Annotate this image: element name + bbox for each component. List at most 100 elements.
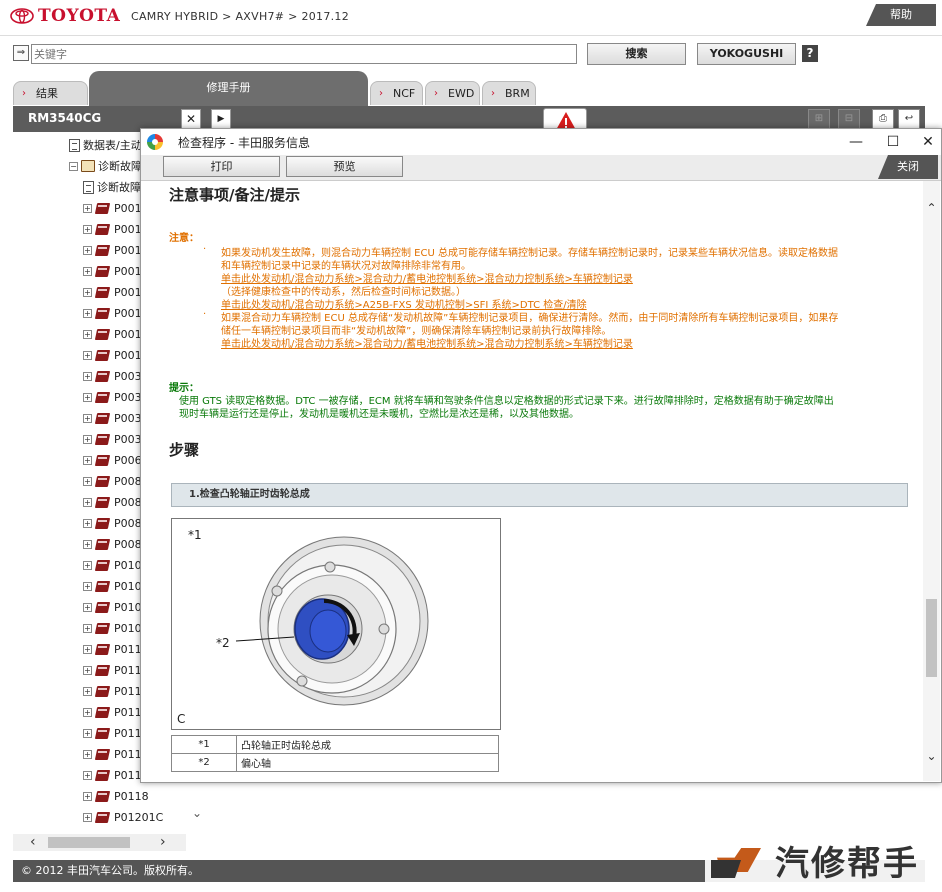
close-document-button[interactable]: ✕ bbox=[181, 109, 201, 129]
tree-item[interactable]: + P0037 bbox=[83, 408, 149, 428]
tree-item[interactable]: + P0117 bbox=[83, 765, 149, 785]
tab-repair-manual[interactable]: 修理手册 bbox=[89, 71, 368, 106]
expand-plus-icon[interactable]: + bbox=[83, 623, 92, 633]
preview-button[interactable]: 预览 bbox=[286, 156, 403, 177]
dialog-content: 注意事项/备注/提示 注意： · 如果发动机发生故障，则混合动力车辆控制 ECU … bbox=[141, 181, 923, 781]
tree-item[interactable]: + P0031 bbox=[83, 366, 149, 386]
tree-item[interactable]: + P01201C bbox=[83, 807, 163, 827]
dialog-vertical-scrollbar[interactable] bbox=[923, 181, 940, 781]
tree-item[interactable]: + P0102 bbox=[83, 597, 149, 617]
keyword-toggle-icon[interactable]: ⇒ bbox=[13, 45, 29, 61]
expand-plus-icon[interactable]: + bbox=[83, 203, 92, 213]
tree-item[interactable]: + P0016 bbox=[83, 282, 149, 302]
collapse-icon[interactable]: ⊟ bbox=[838, 109, 860, 129]
expand-plus-icon[interactable]: + bbox=[83, 665, 92, 675]
expand-plus-icon[interactable]: + bbox=[83, 707, 92, 717]
expand-icon[interactable]: ⊞ bbox=[808, 109, 830, 129]
expand-plus-icon[interactable]: + bbox=[83, 329, 92, 339]
tree-item[interactable]: + P0068 bbox=[83, 450, 149, 470]
scroll-thumb[interactable] bbox=[926, 599, 937, 677]
expand-plus-icon[interactable]: + bbox=[83, 476, 92, 486]
expand-plus-icon[interactable]: + bbox=[83, 602, 92, 612]
tab-brm[interactable]: › BRM bbox=[482, 81, 536, 105]
expand-plus-icon[interactable]: + bbox=[83, 371, 92, 381]
expand-plus-icon[interactable]: + bbox=[83, 770, 92, 780]
tree-item[interactable]: + P0089 bbox=[83, 513, 149, 533]
tree-item[interactable]: + P0103 bbox=[83, 618, 149, 638]
expand-plus-icon[interactable]: + bbox=[83, 560, 92, 570]
expand-plus-icon[interactable]: + bbox=[83, 308, 92, 318]
tree-item[interactable]: + P0110 bbox=[83, 639, 149, 659]
dialog-close-button[interactable]: 关闭 bbox=[878, 155, 938, 179]
scroll-down-icon[interactable]: ⌄ bbox=[923, 749, 940, 763]
expand-plus-icon[interactable]: + bbox=[83, 245, 92, 255]
expand-plus-icon[interactable]: + bbox=[83, 455, 92, 465]
tree-item[interactable]: + P0038 bbox=[83, 429, 149, 449]
expand-plus-icon[interactable]: + bbox=[83, 728, 92, 738]
tree-item[interactable]: + P0112 bbox=[83, 681, 149, 701]
expand-plus-icon[interactable]: + bbox=[83, 644, 92, 654]
tree-item[interactable]: + P0087 bbox=[83, 471, 149, 491]
tree-item[interactable]: + P0014 bbox=[83, 240, 149, 260]
tree-item[interactable]: + P0118 bbox=[83, 786, 149, 806]
tree-item[interactable]: + P0012 bbox=[83, 219, 149, 239]
expand-plus-icon[interactable]: + bbox=[83, 350, 92, 360]
tree-item[interactable]: + P0101 bbox=[83, 576, 149, 596]
expand-plus-icon[interactable]: + bbox=[83, 224, 92, 234]
expand-plus-icon[interactable]: + bbox=[83, 686, 92, 696]
return-icon[interactable]: ↩ bbox=[898, 109, 920, 129]
scroll-thumb[interactable] bbox=[48, 837, 130, 848]
minimize-icon[interactable]: — bbox=[841, 131, 871, 153]
tree-item[interactable]: + P0113 bbox=[83, 702, 149, 722]
help-button[interactable]: 帮助 bbox=[866, 4, 936, 26]
expand-plus-icon[interactable]: + bbox=[83, 791, 92, 801]
legend-row: *2 偏心轴 bbox=[171, 753, 499, 772]
tree-item[interactable]: + P0088 bbox=[83, 492, 149, 512]
yokogushi-button[interactable]: YOKOGUSHI bbox=[697, 43, 796, 65]
tab-ncf[interactable]: › NCF bbox=[370, 81, 423, 105]
tree-item[interactable]: + P0011 bbox=[83, 198, 149, 218]
next-button[interactable]: ▶ bbox=[211, 109, 231, 129]
close-icon[interactable]: ✕ bbox=[913, 131, 942, 153]
print-button[interactable]: 打印 bbox=[163, 156, 280, 177]
scroll-up-icon[interactable]: ⌃ bbox=[923, 201, 940, 215]
tab-ewd[interactable]: › EWD bbox=[425, 81, 480, 105]
tree-item[interactable]: + P0111 bbox=[83, 660, 149, 680]
expand-plus-icon[interactable]: + bbox=[83, 539, 92, 549]
search-help-icon[interactable]: ? bbox=[802, 45, 818, 62]
watermark: 汽修帮手 bbox=[705, 832, 937, 888]
expand-plus-icon[interactable]: + bbox=[83, 497, 92, 507]
expand-plus-icon[interactable]: + bbox=[83, 434, 92, 444]
breadcrumb: CAMRY HYBRID > AXVH7# > 2017.12 bbox=[131, 10, 350, 23]
scroll-left-icon[interactable]: ‹ bbox=[30, 834, 36, 850]
expand-plus-icon[interactable]: + bbox=[83, 812, 92, 822]
tree-item[interactable]: + P0116 bbox=[83, 744, 149, 764]
tree-scroll-down-icon[interactable]: ⌄ bbox=[190, 806, 204, 820]
book-icon bbox=[95, 643, 111, 656]
scroll-right-icon[interactable]: › bbox=[160, 834, 166, 850]
expand-plus-icon[interactable]: + bbox=[83, 413, 92, 423]
tree-item[interactable]: + P0100 bbox=[83, 555, 149, 575]
tree-item[interactable]: + P0115 bbox=[83, 723, 149, 743]
expand-plus-icon[interactable]: + bbox=[83, 392, 92, 402]
tab-results[interactable]: › 结果 bbox=[13, 81, 88, 105]
tree-item[interactable]: + P0032 bbox=[83, 387, 149, 407]
expand-plus-icon[interactable]: + bbox=[83, 581, 92, 591]
search-button[interactable]: 搜索 bbox=[587, 43, 686, 65]
step-1-header[interactable]: 1.检查凸轮轴正时齿轮总成 bbox=[171, 483, 908, 507]
print-icon[interactable]: ⎙ bbox=[872, 109, 894, 129]
tree-item[interactable]: + P0018 bbox=[83, 324, 149, 344]
expand-plus-icon[interactable]: + bbox=[83, 287, 92, 297]
tree-item[interactable]: + P0089 bbox=[83, 534, 149, 554]
tree-item[interactable]: + P0019 bbox=[83, 345, 149, 365]
maximize-icon[interactable]: ☐ bbox=[878, 131, 908, 153]
tree-item[interactable]: + P0015 bbox=[83, 261, 149, 281]
search-input[interactable] bbox=[31, 44, 577, 64]
tree-item[interactable]: + P0017 bbox=[83, 303, 149, 323]
note-link[interactable]: 单击此处发动机/混合动力系统>混合动力/蓄电池控制系统>混合动力控制系统>车辆控… bbox=[221, 335, 633, 350]
expand-plus-icon[interactable]: + bbox=[83, 266, 92, 276]
tree-item[interactable]: +P013616 bbox=[83, 828, 163, 833]
expand-plus-icon[interactable]: + bbox=[83, 518, 92, 528]
expand-plus-icon[interactable]: + bbox=[83, 749, 92, 759]
collapse-minus-icon[interactable]: − bbox=[69, 161, 78, 171]
